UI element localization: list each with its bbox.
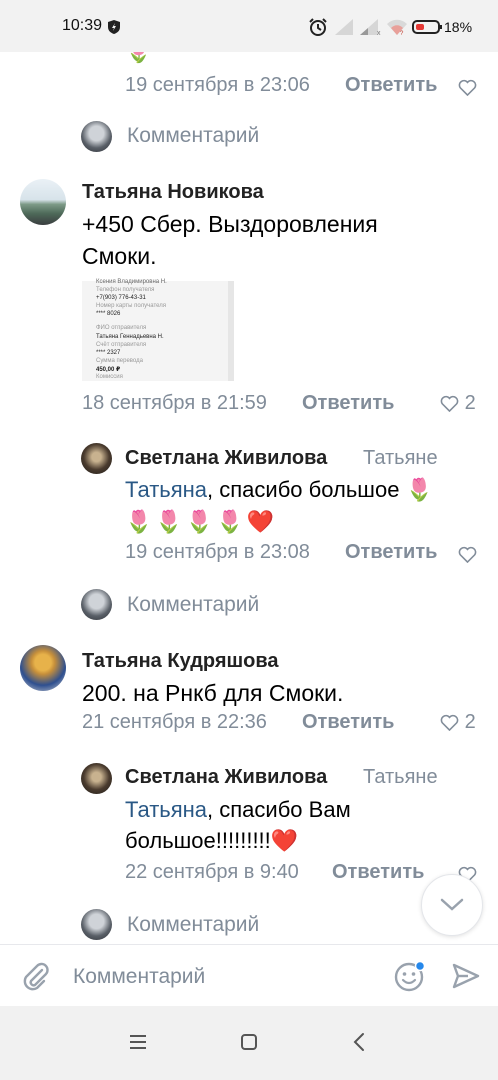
chevron-left-icon: [353, 1033, 364, 1051]
attached-receipt-image[interactable]: Ксения Владимировна Н. Телефон получател…: [82, 279, 234, 381]
smile-icon: [394, 960, 426, 992]
reply-button[interactable]: Ответить: [345, 74, 437, 97]
reply-text: , спасибо Вам: [207, 797, 351, 822]
send-icon: [452, 963, 480, 989]
like-count: 2: [464, 392, 476, 414]
comment-text-line-1: +450 Сбер. Выздоровления: [82, 211, 378, 237]
comment-author[interactable]: Татьяна Кудряшова: [82, 650, 279, 673]
reply-button[interactable]: Ответить: [332, 861, 424, 884]
chevron-down-icon: [440, 898, 464, 911]
like-button[interactable]: 2: [440, 392, 476, 415]
receipt-line: ФИО отправителя: [96, 325, 147, 331]
heart-icon: [458, 80, 477, 97]
reply-text-line-1: Татьяна, спасибо Вам: [125, 794, 351, 825]
attach-button[interactable]: [22, 962, 50, 997]
like-count: 2: [464, 711, 476, 733]
status-time: 10:39: [62, 17, 103, 34]
reply-text-line-2: 🌷🌷🌷🌷❤️: [125, 509, 277, 534]
avatar-svetlana-zhivilova[interactable]: [81, 443, 112, 474]
reply-to[interactable]: Татьяне: [363, 447, 438, 470]
receipt-line: Ксения Владимировна Н.: [96, 279, 167, 285]
status-bar: 10:39 x ? 18%: [0, 0, 498, 52]
tulip-emoji-partial: 🌷: [126, 52, 151, 64]
receipt-line: Счёт отправителя: [96, 342, 147, 348]
reply-button[interactable]: Ответить: [302, 392, 394, 415]
reply-date: 19 сентября в 23:08: [125, 541, 310, 563]
svg-text:x: x: [377, 30, 381, 35]
heart-icon: [440, 396, 459, 413]
system-nav-bar: [0, 1006, 498, 1080]
comments-feed[interactable]: 🌷 19 сентября в 23:06 Ответить Комментар…: [0, 52, 498, 944]
mention-link[interactable]: Татьяна: [125, 477, 207, 502]
receipt-line: **** 2327: [96, 350, 121, 356]
comment-date: 21 сентября в 22:36: [82, 711, 267, 733]
like-button[interactable]: [458, 76, 477, 99]
avatar-tatyana-novikova[interactable]: [20, 179, 66, 225]
receipt-line: Комиссия: [96, 374, 123, 380]
receipt-line: Номер карты получателя: [96, 303, 167, 309]
comment-text-line-2: Смоки.: [82, 243, 157, 269]
comment-prompt[interactable]: Комментарий: [127, 593, 259, 617]
vpn-shield-icon: [108, 20, 120, 39]
heart-icon: [458, 547, 477, 564]
like-button[interactable]: [458, 543, 477, 566]
reply-text-line-2: большое!!!!!!!!!❤️: [125, 828, 299, 853]
reply-text-line-1: Татьяна, спасибо большое 🌷: [125, 474, 433, 505]
like-button[interactable]: 2: [440, 711, 476, 734]
menu-lines-icon: [130, 1035, 146, 1049]
receipt-line: Татьяна Геннадьевна Н.: [96, 334, 164, 340]
svg-text:?: ?: [400, 31, 404, 36]
receipt-line: Телефон получателя: [96, 287, 155, 293]
my-avatar: [81, 589, 112, 620]
battery-icon: [412, 20, 442, 39]
reply-text: , спасибо большое 🌷: [207, 477, 433, 502]
alarm-icon: [308, 17, 328, 42]
receipt-line: 450,00 ₽: [96, 367, 121, 373]
comment-input[interactable]: Комментарий: [73, 965, 205, 989]
comment-date: 19 сентября в 23:06: [125, 74, 310, 96]
signal-icon-1: [335, 19, 355, 40]
emoji-button[interactable]: [393, 960, 427, 999]
reply-author[interactable]: Светлана Живилова: [125, 447, 327, 470]
avatar-svetlana-zhivilova[interactable]: [81, 763, 112, 794]
back-button[interactable]: [352, 1032, 366, 1057]
receipt-line: **** 8026: [96, 311, 121, 317]
send-button[interactable]: [452, 963, 480, 994]
comment-composer: Комментарий: [0, 944, 498, 1006]
my-avatar: [81, 909, 112, 940]
reply-author[interactable]: Светлана Живилова: [125, 766, 327, 789]
comment-prompt[interactable]: Комментарий: [127, 124, 259, 148]
reply-date: 22 сентября в 9:40: [125, 861, 299, 883]
heart-icon: [440, 715, 459, 732]
comment-date: 18 сентября в 21:59: [82, 392, 267, 414]
signal-icon-2: x: [360, 19, 382, 40]
wifi-icon: ?: [386, 18, 408, 41]
scroll-down-button[interactable]: [421, 874, 483, 936]
comment-prompt[interactable]: Комментарий: [127, 913, 259, 937]
recent-apps-button[interactable]: [128, 1034, 148, 1055]
my-avatar: [81, 121, 112, 152]
comment-text: 200. на Рнкб для Смоки.: [82, 680, 344, 706]
paperclip-icon: [23, 962, 49, 991]
avatar-tatyana-kudryashova[interactable]: [20, 645, 66, 691]
square-icon: [241, 1034, 257, 1050]
receipt-line: Сумма перевода: [96, 358, 143, 364]
mention-link[interactable]: Татьяна: [125, 797, 207, 822]
comment-author[interactable]: Татьяна Новикова: [82, 181, 264, 204]
battery-percent: 18%: [444, 19, 473, 35]
reply-button[interactable]: Ответить: [302, 711, 394, 734]
home-button[interactable]: [240, 1033, 258, 1056]
reply-to[interactable]: Татьяне: [363, 766, 438, 789]
receipt-line: +7(903) 776-43-31: [96, 295, 146, 301]
reply-button[interactable]: Ответить: [345, 541, 437, 564]
